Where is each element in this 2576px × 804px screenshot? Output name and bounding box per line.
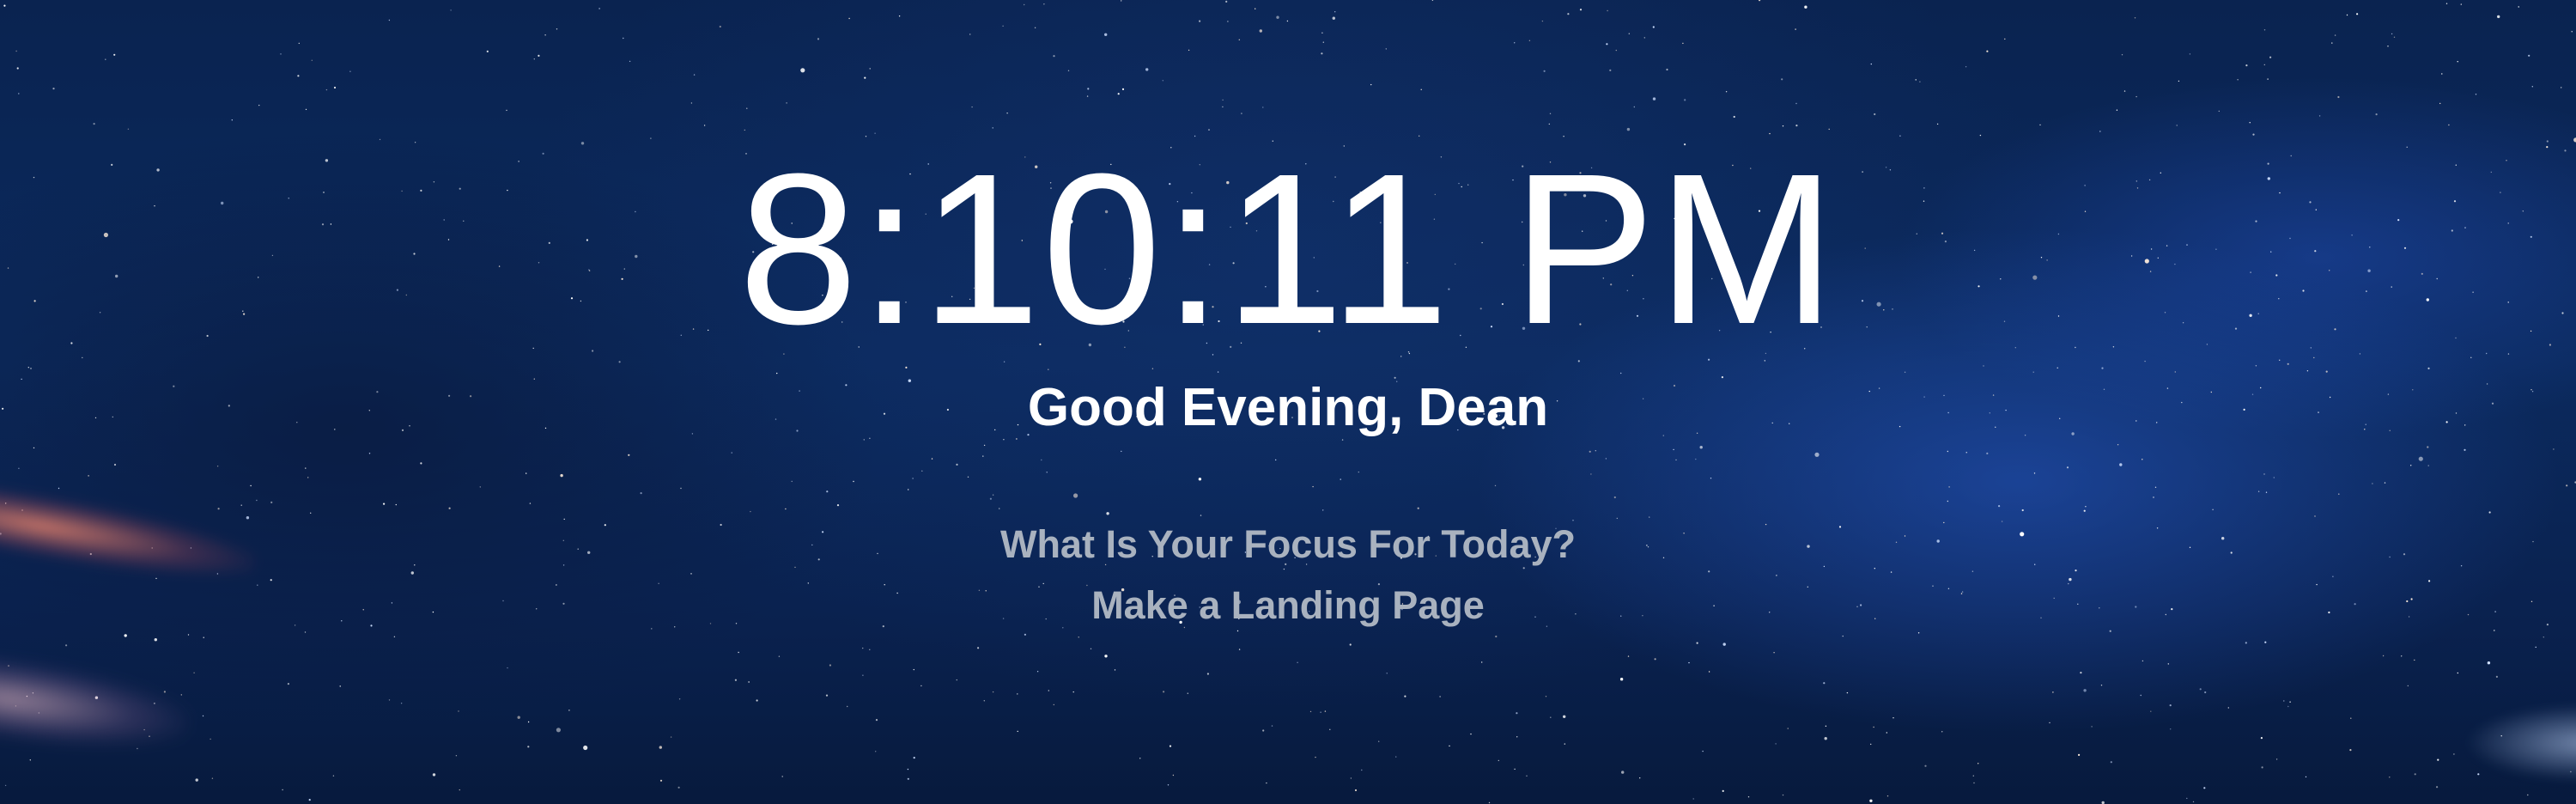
- landing-page: 8:10:11 PM Good Evening, Dean What Is Yo…: [0, 0, 2576, 804]
- focus-question: What Is Your Focus For Today?: [999, 522, 1577, 566]
- focus-answer[interactable]: Make a Landing Page: [0, 582, 2576, 629]
- main-content: 8:10:11 PM Good Evening, Dean What Is Yo…: [0, 0, 2576, 804]
- clock-time: 8:10:11 PM: [738, 129, 1838, 368]
- greeting-text: Good Evening, Dean: [1027, 378, 1549, 437]
